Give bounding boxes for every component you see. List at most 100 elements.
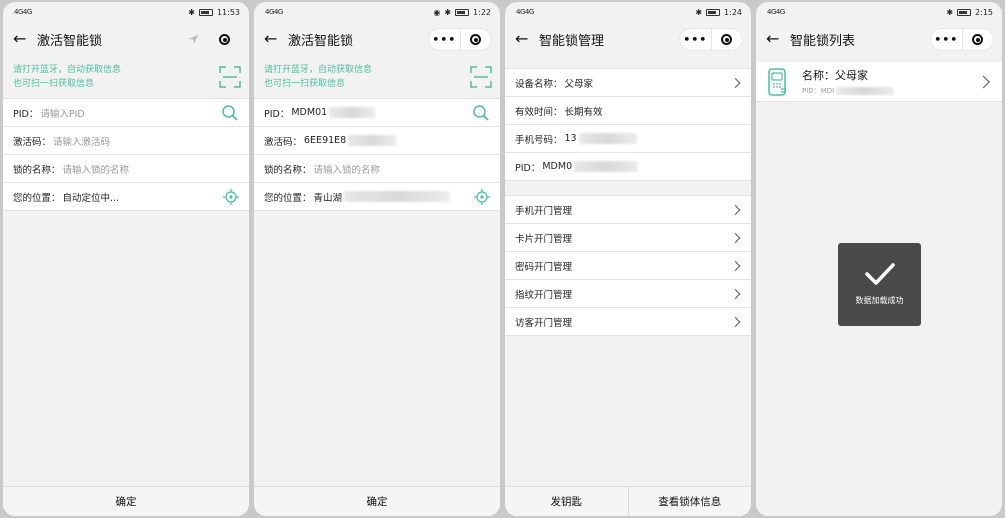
lock-list-item[interactable]: 名称：父母家 PID：MDI bbox=[756, 62, 1002, 102]
menu-password-unlock[interactable]: 密码开门管理 bbox=[505, 252, 751, 280]
more-dots-icon: ••• bbox=[934, 33, 959, 46]
chevron-right-icon bbox=[730, 232, 741, 243]
nav-bar: ← 智能锁管理 ••• bbox=[505, 22, 751, 56]
info-label: 设备名称： bbox=[515, 78, 563, 90]
menu-phone-unlock[interactable]: 手机开门管理 bbox=[505, 196, 751, 224]
activate-form: PID： 请输入PID 激活码： 请输入激活码 锁的名称： 请输入锁的名称 您的… bbox=[3, 98, 249, 211]
toast-success: 数据加载成功 bbox=[838, 243, 921, 326]
location-field[interactable]: 您的位置： 青山湖 bbox=[254, 183, 500, 211]
activation-code-input[interactable]: 6EE91E8 bbox=[304, 135, 346, 146]
menu-card-unlock[interactable]: 卡片开门管理 bbox=[505, 224, 751, 252]
nav-bar: ← 智能锁列表 ••• bbox=[756, 22, 1002, 56]
valid-time-row: 有效时间： 长期有效 bbox=[505, 97, 751, 125]
bluetooth-hint: 请打开蓝牙，自动获取信息 也可扫一扫获取信息 bbox=[3, 56, 249, 98]
close-miniprogram-button[interactable] bbox=[712, 29, 743, 50]
locate-icon[interactable] bbox=[223, 188, 239, 205]
confirm-button[interactable]: 确定 bbox=[3, 486, 249, 516]
back-arrow-icon[interactable]: ← bbox=[766, 31, 788, 47]
lock-name-input[interactable]: 请输入锁的名称 bbox=[314, 162, 381, 176]
pid-field[interactable]: PID： 请输入PID bbox=[3, 99, 249, 127]
redacted-blur bbox=[348, 135, 397, 146]
close-miniprogram-button[interactable] bbox=[963, 29, 994, 50]
battery-icon bbox=[706, 8, 721, 16]
signal-icon: 4G4G bbox=[14, 8, 32, 16]
back-arrow-icon[interactable]: ← bbox=[13, 31, 35, 47]
locate-icon[interactable] bbox=[474, 188, 490, 205]
pid-field[interactable]: PID： MDM01 bbox=[254, 99, 500, 127]
chevron-right-icon bbox=[977, 75, 990, 88]
redacted-blur bbox=[329, 107, 376, 118]
device-name-value: 父母家 bbox=[564, 78, 594, 90]
target-circle-icon bbox=[219, 34, 231, 45]
chevron-right-icon bbox=[730, 316, 741, 327]
menu-fingerprint-unlock[interactable]: 指纹开门管理 bbox=[505, 280, 751, 308]
phone-screen-activate-empty: 4G4G ✱ 11:53 ← 激活智能锁 请打开蓝牙，自动获取信息 也可扫一扫获取… bbox=[3, 2, 249, 516]
activation-code-input[interactable]: 请输入激活码 bbox=[53, 134, 110, 148]
signal-icon: 4G4G bbox=[265, 8, 283, 16]
activation-code-field[interactable]: 激活码： 请输入激活码 bbox=[3, 127, 249, 155]
field-label: 激活码： bbox=[264, 136, 303, 148]
device-info-list: 设备名称： 父母家 有效时间： 长期有效 手机号码： 13 PID： MDM0 bbox=[505, 68, 751, 181]
menu-visitor-unlock[interactable]: 访客开门管理 bbox=[505, 308, 751, 336]
back-arrow-icon[interactable]: ← bbox=[264, 31, 286, 47]
pid-input[interactable]: 请输入PID bbox=[40, 106, 84, 120]
back-arrow-icon[interactable]: ← bbox=[515, 31, 537, 47]
redacted-blur bbox=[344, 191, 451, 202]
capsule-menu bbox=[177, 28, 241, 51]
status-time: 11:53 bbox=[216, 7, 240, 17]
location-field[interactable]: 您的位置： 自动定位中... bbox=[3, 183, 249, 211]
menu-label: 密码开门管理 bbox=[515, 261, 573, 273]
scan-icon[interactable] bbox=[470, 66, 492, 88]
pid-input[interactable]: MDM01 bbox=[291, 107, 327, 118]
chevron-right-icon bbox=[730, 260, 741, 271]
more-button[interactable]: ••• bbox=[429, 29, 461, 50]
redacted-blur bbox=[574, 161, 639, 172]
close-miniprogram-button[interactable] bbox=[210, 29, 241, 50]
location-arrow-icon[interactable] bbox=[178, 29, 210, 50]
more-button[interactable]: ••• bbox=[931, 29, 963, 50]
search-icon[interactable] bbox=[221, 104, 239, 122]
info-label: PID： bbox=[515, 162, 541, 174]
battery-icon bbox=[455, 8, 470, 16]
bluetooth-icon: ✱ bbox=[188, 7, 195, 17]
hint-line-1: 请打开蓝牙，自动获取信息 bbox=[264, 65, 373, 75]
scan-icon[interactable] bbox=[219, 66, 241, 88]
more-button[interactable]: ••• bbox=[680, 29, 712, 50]
field-label: 您的位置： bbox=[264, 192, 312, 204]
info-label: 手机号码： bbox=[515, 134, 563, 146]
status-bar: 4G4G ◉ ✱ 1:22 bbox=[254, 2, 500, 22]
confirm-button[interactable]: 确定 bbox=[254, 486, 500, 516]
status-time: 1:24 bbox=[724, 7, 742, 17]
battery-icon bbox=[198, 8, 213, 16]
phone-number-value: 13 bbox=[564, 133, 577, 144]
phone-number-row: 手机号码： 13 bbox=[505, 125, 751, 153]
toast-text: 数据加载成功 bbox=[855, 296, 904, 305]
view-lock-info-button[interactable]: 查看锁体信息 bbox=[629, 487, 752, 516]
activation-code-field[interactable]: 激活码： 6EE91E8 bbox=[254, 127, 500, 155]
status-bar: 4G4G ✱ 1:24 bbox=[505, 2, 751, 22]
search-icon[interactable] bbox=[472, 104, 490, 122]
info-label: 有效时间： bbox=[515, 106, 563, 118]
lock-name-field[interactable]: 锁的名称： 请输入锁的名称 bbox=[254, 155, 500, 183]
close-miniprogram-button[interactable] bbox=[461, 29, 492, 50]
send-key-button[interactable]: 发钥匙 bbox=[505, 487, 629, 516]
location-value: 自动定位中... bbox=[62, 192, 120, 204]
eye-icon: ◉ bbox=[433, 7, 441, 17]
nav-bar: ← 激活智能锁 ••• bbox=[254, 22, 500, 56]
target-circle-icon bbox=[470, 34, 482, 45]
bluetooth-icon: ✱ bbox=[946, 7, 954, 17]
device-name-row[interactable]: 设备名称： 父母家 bbox=[505, 69, 751, 97]
bottom-action-bar: 发钥匙 查看锁体信息 bbox=[505, 486, 751, 516]
page-title: 激活智能锁 bbox=[37, 33, 103, 49]
capsule-menu: ••• bbox=[930, 28, 994, 51]
location-value: 青山湖 bbox=[313, 192, 343, 204]
phone-screen-lock-list: 4G4G ✱ 2:15 ← 智能锁列表 ••• 名称：父母家 PID：MDI 数据… bbox=[756, 2, 1002, 516]
lock-name-input[interactable]: 请输入锁的名称 bbox=[63, 162, 130, 176]
lock-name-field[interactable]: 锁的名称： 请输入锁的名称 bbox=[3, 155, 249, 183]
field-label: PID： bbox=[264, 108, 290, 120]
pid-row: PID： MDM0 bbox=[505, 153, 751, 181]
phone-screen-lock-management: 4G4G ✱ 1:24 ← 智能锁管理 ••• 设备名称： 父母家 有效时间： 长… bbox=[505, 2, 751, 516]
redacted-blur bbox=[578, 133, 637, 144]
field-label: PID： bbox=[13, 108, 39, 120]
unlock-management-menu: 手机开门管理 卡片开门管理 密码开门管理 指纹开门管理 访客开门管理 bbox=[505, 195, 751, 336]
